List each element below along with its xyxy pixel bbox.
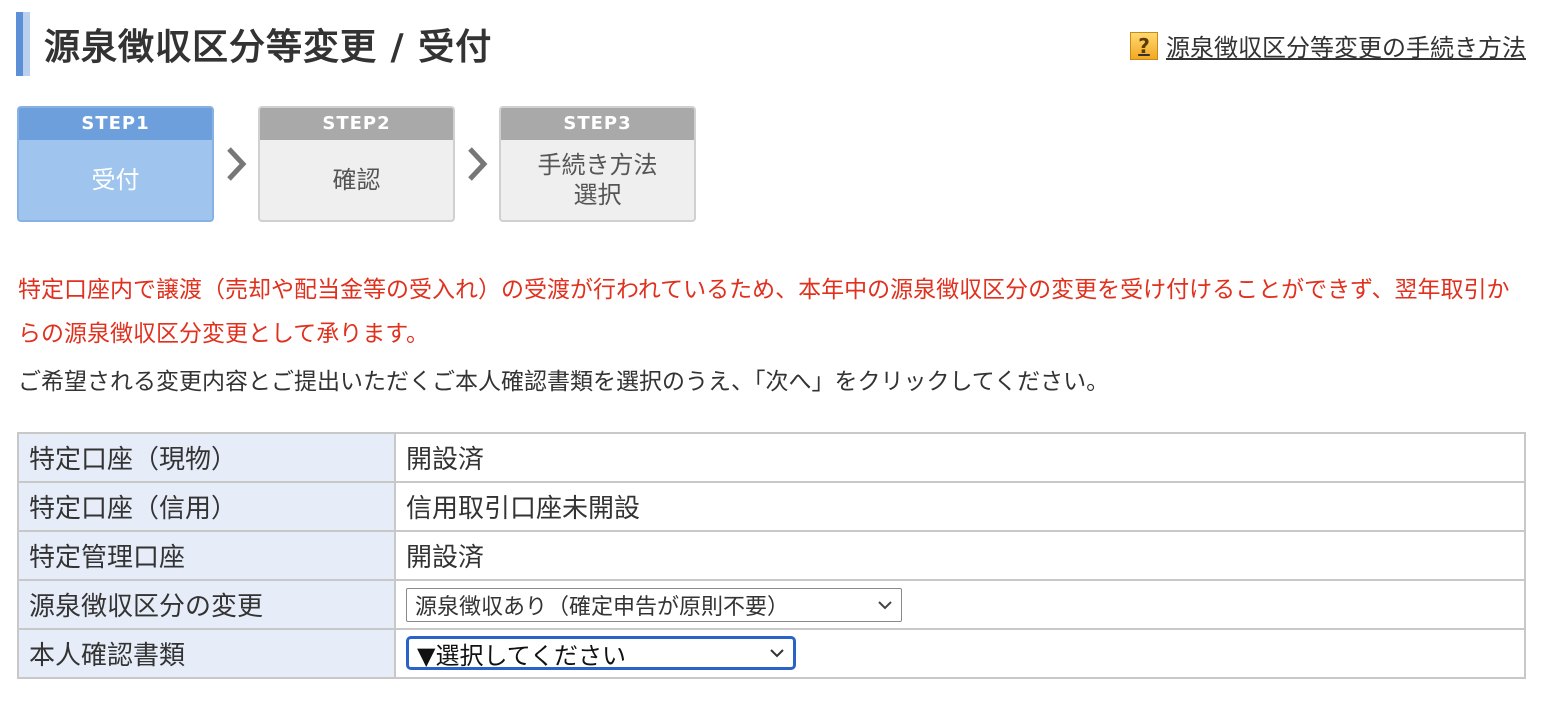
step-2: STEP2 確認 [258,106,455,222]
row-value: 開設済 [394,530,1526,581]
row-label: 特定口座（現物） [17,432,396,483]
row-value: 信用取引口座未開設 [394,481,1526,532]
question-icon: ? [1130,31,1158,60]
id-document-select[interactable]: ▼選択してください [406,636,796,671]
step-3-label: STEP3 [501,108,694,140]
table-row: 特定口座（信用） 信用取引口座未開設 [17,481,1526,532]
page-title: 源泉徴収区分等変更 / 受付 [44,27,493,68]
step-1-label: STEP1 [19,108,212,140]
step-1-name: 受付 [91,166,140,194]
title-accent-bar [16,12,30,76]
row-label: 源泉徴収区分の変更 [17,579,396,630]
chevron-right-icon [455,106,499,222]
step-1: STEP1 受付 [17,106,214,222]
row-value: ▼選択してください [394,628,1526,679]
step-2-label: STEP2 [260,108,453,140]
row-label: 本人確認書類 [17,628,396,679]
row-label: 特定管理口座 [17,530,396,581]
account-form-table: 特定口座（現物） 開設済 特定口座（信用） 信用取引口座未開設 特定管理口座 開… [17,432,1526,679]
page: 源泉徴収区分等変更 / 受付 ? 源泉徴収区分等変更の手続き方法 STEP1 受… [0,0,1544,707]
row-value: 開設済 [394,432,1526,483]
warning-message: 特定口座内で譲渡（売却や配当金等の受入れ）の受渡が行われているため、本年中の源泉… [18,277,1510,347]
withholding-select[interactable]: 源泉徴収あり（確定申告が原則不要） [406,587,902,622]
chevron-down-icon [877,600,893,610]
chevron-right-icon [214,106,258,222]
row-value: 源泉徴収あり（確定申告が原則不要） [394,579,1526,630]
step-3: STEP3 手続き方法 選択 [499,106,696,222]
table-row: 特定口座（現物） 開設済 [17,432,1526,483]
table-row: 源泉徴収区分の変更 源泉徴収あり（確定申告が原則不要） [17,579,1526,630]
instruction-message: ご希望される変更内容とご提出いただくご本人確認書類を選択のうえ、「次へ」をクリッ… [18,369,1110,395]
step-3-name: 手続き方法 選択 [537,151,658,209]
id-document-select-value: ▼選択してください [417,641,627,670]
withholding-select-value: 源泉徴収あり（確定申告が原則不要） [415,594,790,620]
help-link[interactable]: ? 源泉徴収区分等変更の手続き方法 [1130,28,1526,63]
help-link-text[interactable]: 源泉徴収区分等変更の手続き方法 [1166,28,1526,63]
step-indicator: STEP1 受付 STEP2 確認 STEP3 手続き方法 選択 [17,106,696,222]
table-row: 本人確認書類 ▼選択してください [17,628,1526,679]
step-2-name: 確認 [332,166,381,194]
table-row: 特定管理口座 開設済 [17,530,1526,581]
chevron-down-icon [769,648,785,658]
row-label: 特定口座（信用） [17,481,396,532]
